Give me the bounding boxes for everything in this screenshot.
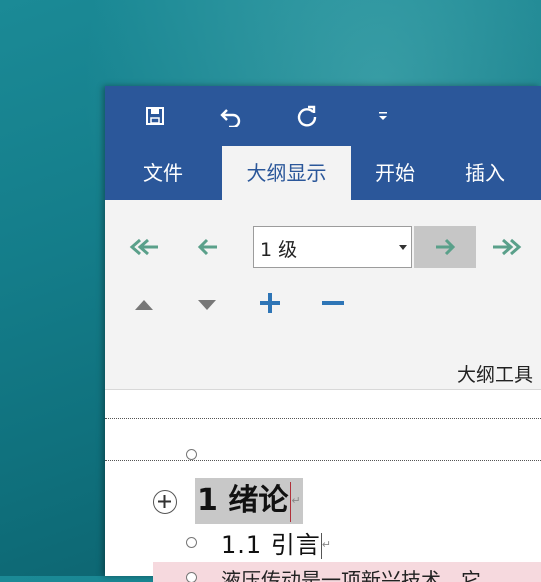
demote-button[interactable]: [414, 226, 476, 268]
word-window: 文件 大纲显示 开始 插入 1 级 大纲工具 1 绪论 ↵ 1.1 引言↵ 液压…: [105, 86, 541, 582]
collapse-icon[interactable]: [320, 290, 346, 316]
page-divider: [105, 418, 541, 419]
chevron-down-icon: [399, 245, 407, 250]
demote-to-body-icon[interactable]: [487, 230, 527, 264]
body-text-row[interactable]: 液压传动是一项新兴技术，它: [153, 562, 541, 582]
paragraph-mark: ↵: [321, 538, 333, 551]
heading-2-bullet-icon[interactable]: [186, 537, 197, 548]
paragraph-mark: ↵: [291, 494, 301, 507]
save-icon[interactable]: [137, 98, 173, 134]
outline-level-select[interactable]: 1 级: [253, 226, 412, 268]
promote-icon[interactable]: [191, 230, 225, 264]
body-text-bullet-icon[interactable]: [186, 572, 197, 582]
move-down-icon[interactable]: [194, 292, 220, 318]
document-area[interactable]: 1 绪论 ↵ 1.1 引言↵ 液压传动是一项新兴技术，它: [105, 390, 541, 582]
undo-icon[interactable]: [213, 98, 249, 134]
expand-icon[interactable]: [257, 290, 283, 316]
promote-to-heading1-icon[interactable]: [125, 230, 163, 264]
heading-level-2-text: 1.1 引言: [221, 531, 321, 559]
outline-level-value: 1 级: [260, 239, 298, 261]
tab-file[interactable]: 文件: [123, 146, 203, 200]
redo-icon[interactable]: [289, 98, 325, 134]
ribbon-tabs: 文件 大纲显示 开始 插入: [105, 146, 541, 200]
heading-level-1[interactable]: 1 绪论 ↵: [195, 478, 303, 524]
heading-level-2[interactable]: 1.1 引言↵: [221, 530, 332, 560]
body-text: 液压传动是一项新兴技术，它: [221, 568, 481, 582]
tab-outline[interactable]: 大纲显示: [222, 146, 351, 200]
expand-heading-icon[interactable]: [153, 490, 177, 514]
tab-insert[interactable]: 插入: [445, 146, 525, 200]
empty-paragraph-bullet-icon[interactable]: [186, 449, 197, 460]
outline-ribbon: 1 级 大纲工具: [105, 200, 541, 390]
heading-level-1-text: 1 绪论: [197, 483, 289, 518]
customize-dropdown-icon[interactable]: [365, 98, 401, 134]
tab-home[interactable]: 开始: [357, 146, 433, 200]
outline-tools-group-label: 大纲工具: [456, 364, 533, 386]
move-up-icon[interactable]: [131, 292, 157, 318]
quick-access-toolbar: [105, 86, 541, 148]
page-divider: [105, 460, 541, 461]
